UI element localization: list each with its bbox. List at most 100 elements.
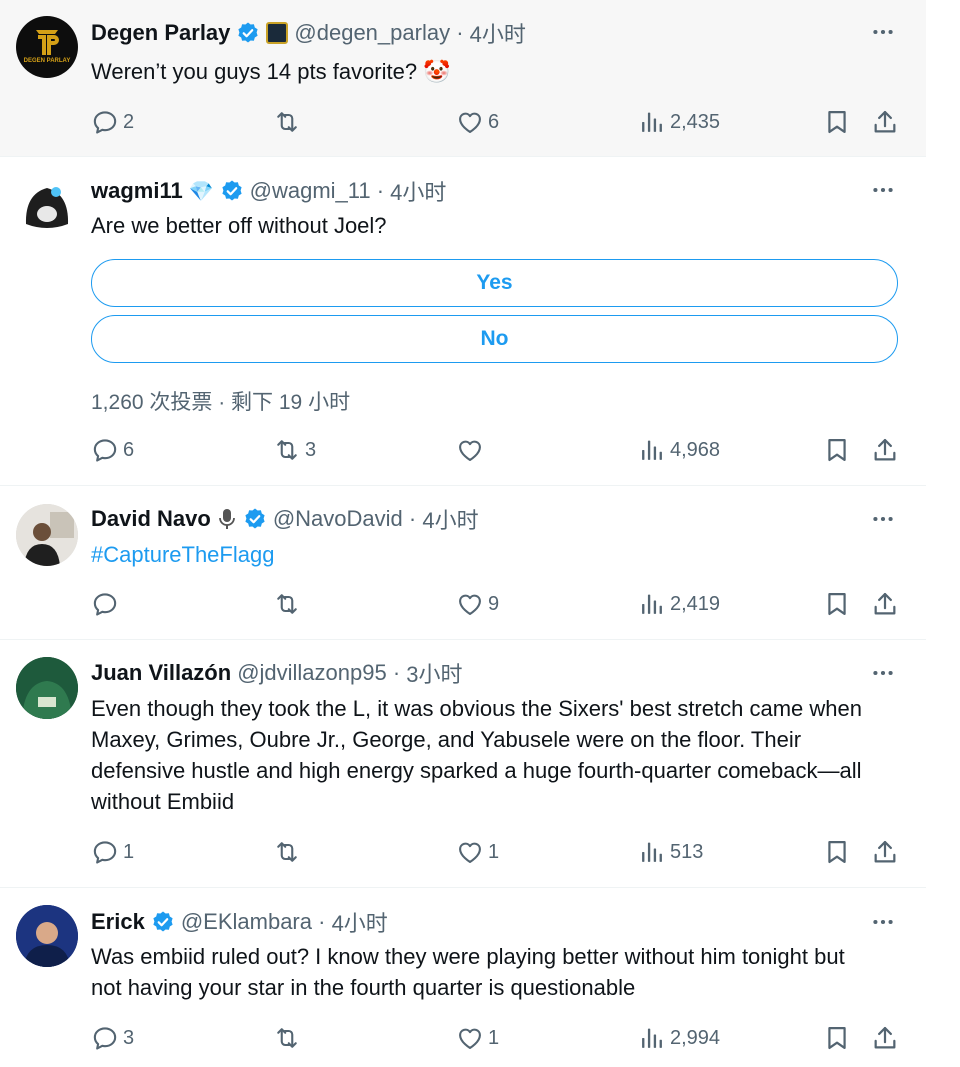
timestamp[interactable]: 4小时 xyxy=(422,503,478,535)
like-count: 1 xyxy=(488,840,500,863)
tweet[interactable]: DEGEN PARLAY Degen Parlay @degen_parlay … xyxy=(0,0,926,157)
repost-icon xyxy=(273,436,301,464)
avatar-image xyxy=(25,187,69,228)
display-name[interactable]: wagmi11 xyxy=(91,178,183,204)
tweet[interactable]: David Navo @NavoDavid · 4小时 #CaptureTheF… xyxy=(0,485,926,640)
reply-count: 1 xyxy=(123,840,135,863)
repost-button[interactable]: 3 xyxy=(273,435,316,465)
reply-icon xyxy=(91,436,119,464)
bookmark-button[interactable] xyxy=(823,1023,851,1053)
like-button[interactable]: 9 xyxy=(456,589,499,619)
tweet[interactable]: Erick @EKlambara · 4小时 Was embiid ruled … xyxy=(0,887,926,1067)
share-icon xyxy=(871,108,899,136)
reply-icon xyxy=(91,1024,119,1052)
repost-icon xyxy=(273,108,301,136)
tweet[interactable]: wagmi11 💎 @wagmi_11 · 4小时 Are we better … xyxy=(0,156,926,486)
reply-icon xyxy=(91,108,119,136)
tweet-header: Juan Villazón @jdvillazonp95 · 3小时 xyxy=(91,658,463,688)
reply-button[interactable]: 2 xyxy=(91,107,134,137)
bookmark-icon xyxy=(823,1024,851,1052)
verified-badge-icon xyxy=(236,21,260,45)
share-icon xyxy=(871,1024,899,1052)
replies-feed: DEGEN PARLAY Degen Parlay @degen_parlay … xyxy=(0,0,926,1067)
timestamp[interactable]: 4小时 xyxy=(470,17,526,49)
like-button[interactable] xyxy=(456,435,488,465)
timestamp[interactable]: 3小时 xyxy=(406,657,462,689)
repost-icon xyxy=(273,838,301,866)
views-button[interactable]: 2,994 xyxy=(638,1023,720,1053)
display-name[interactable]: Juan Villazón xyxy=(91,660,231,686)
avatar[interactable] xyxy=(16,905,78,967)
avatar-caption: DEGEN PARLAY xyxy=(23,58,71,64)
views-button[interactable]: 513 xyxy=(638,837,703,867)
verified-badge-icon xyxy=(243,507,267,531)
like-button[interactable]: 1 xyxy=(456,1023,499,1053)
share-button[interactable] xyxy=(871,1023,899,1053)
view-count: 2,994 xyxy=(670,1026,721,1049)
like-button[interactable]: 1 xyxy=(456,837,499,867)
repost-button[interactable] xyxy=(273,589,305,619)
views-button[interactable]: 2,435 xyxy=(638,107,720,137)
display-name[interactable]: Erick xyxy=(91,909,145,935)
more-icon xyxy=(870,19,896,45)
display-name[interactable]: Degen Parlay xyxy=(91,20,230,46)
tweet-header: David Navo @NavoDavid · 4小时 xyxy=(91,504,479,534)
repost-button[interactable] xyxy=(273,837,305,867)
views-button[interactable]: 2,419 xyxy=(638,589,720,619)
handle[interactable]: @degen_parlay xyxy=(294,20,450,46)
handle[interactable]: @jdvillazonp95 xyxy=(237,660,387,686)
like-icon xyxy=(456,436,484,464)
repost-button[interactable] xyxy=(273,1023,305,1053)
handle[interactable]: @wagmi_11 xyxy=(250,178,371,204)
poll-option-yes[interactable]: Yes xyxy=(91,259,898,307)
verified-badge-icon xyxy=(220,179,244,203)
separator-dot: · xyxy=(450,20,470,45)
avatar[interactable] xyxy=(16,174,78,236)
reply-button[interactable]: 3 xyxy=(91,1023,134,1053)
view-count: 2,435 xyxy=(670,110,721,133)
handle[interactable]: @EKlambara xyxy=(181,909,312,935)
display-name[interactable]: David Navo xyxy=(91,506,211,532)
more-icon xyxy=(870,660,896,686)
like-button[interactable]: 6 xyxy=(456,107,499,137)
bookmark-icon xyxy=(823,590,851,618)
repost-button[interactable] xyxy=(273,107,305,137)
more-options-button[interactable] xyxy=(868,175,898,205)
bookmark-button[interactable] xyxy=(823,837,851,867)
reply-button[interactable]: 1 xyxy=(91,837,134,867)
share-button[interactable] xyxy=(871,837,899,867)
tweet[interactable]: Juan Villazón @jdvillazonp95 · 3小时 Even … xyxy=(0,639,926,888)
verified-badge-icon xyxy=(151,910,175,934)
separator-dot: · xyxy=(312,909,332,934)
views-button[interactable]: 4,968 xyxy=(638,435,720,465)
more-options-button[interactable] xyxy=(868,504,898,534)
timestamp[interactable]: 4小时 xyxy=(390,175,446,207)
hashtag-link[interactable]: #CaptureTheFlagg xyxy=(91,539,876,570)
more-options-button[interactable] xyxy=(868,907,898,937)
more-options-button[interactable] xyxy=(868,17,898,47)
avatar[interactable] xyxy=(16,504,78,566)
tweet-text: Are we better off without Joel? xyxy=(91,213,387,238)
more-options-button[interactable] xyxy=(868,658,898,688)
avatar[interactable]: DEGEN PARLAY xyxy=(16,16,78,78)
more-icon xyxy=(870,177,896,203)
microphone-icon xyxy=(217,507,237,531)
view-count: 513 xyxy=(670,840,704,863)
share-icon xyxy=(871,838,899,866)
share-icon xyxy=(871,590,899,618)
share-button[interactable] xyxy=(871,107,899,137)
poll-option-no[interactable]: No xyxy=(91,315,898,363)
handle[interactable]: @NavoDavid xyxy=(273,506,403,532)
bookmark-button[interactable] xyxy=(823,107,851,137)
share-button[interactable] xyxy=(871,589,899,619)
avatar-image xyxy=(16,504,78,566)
affiliate-badge-icon[interactable] xyxy=(266,22,289,44)
timestamp[interactable]: 4小时 xyxy=(332,906,388,938)
share-button[interactable] xyxy=(871,435,899,465)
bookmark-button[interactable] xyxy=(823,589,851,619)
bookmark-button[interactable] xyxy=(823,435,851,465)
reply-button[interactable] xyxy=(91,589,123,619)
avatar[interactable] xyxy=(16,657,78,719)
reply-button[interactable]: 6 xyxy=(91,435,134,465)
avatar-image xyxy=(16,905,78,967)
